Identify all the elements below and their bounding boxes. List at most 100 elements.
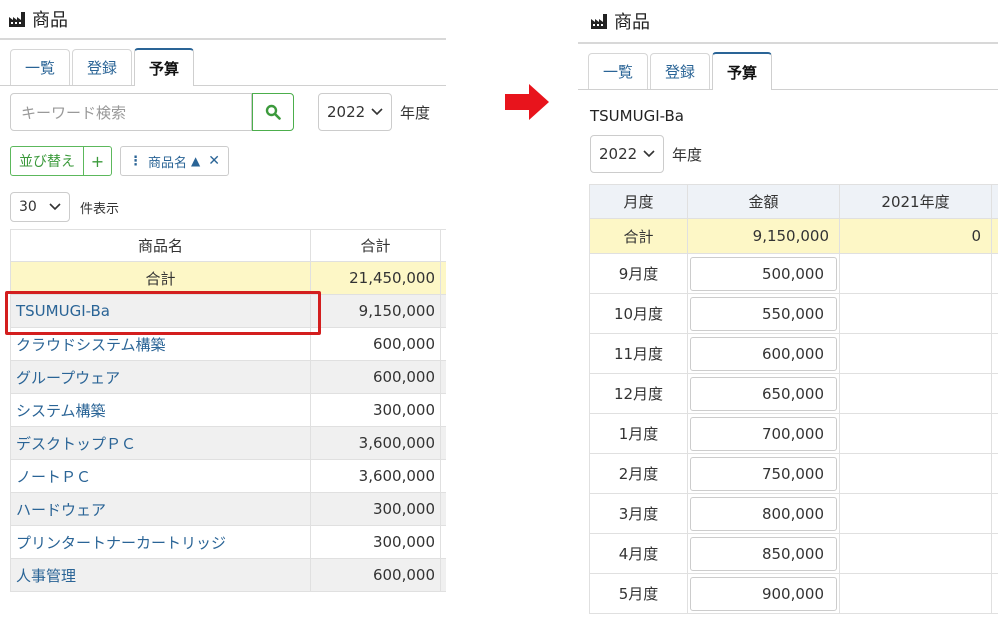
table-cell: 900,000 — [687, 573, 840, 614]
product-name-link[interactable]: グループウェア — [10, 360, 311, 394]
table-row[interactable]: ハードウェア 300,000 — [10, 492, 446, 526]
table-row[interactable]: クラウドシステム構築 600,000 — [10, 327, 446, 361]
table-cell — [991, 293, 998, 334]
month-label: 11月度 — [589, 333, 688, 374]
product-name-heading: TSUMUGI-Ba — [590, 107, 684, 125]
app-title: 商品 — [32, 10, 68, 31]
product-name-link[interactable]: プリンタートナーカートリッジ — [10, 525, 311, 559]
table-cell: 700,000 — [687, 413, 840, 454]
chevron-down-icon — [49, 203, 61, 211]
year-label: 年度 — [400, 103, 431, 122]
table-cell: 750,000 — [687, 453, 840, 494]
table-cell — [440, 327, 446, 361]
factory-icon — [590, 12, 610, 30]
month-label: 9月度 — [589, 253, 688, 294]
table-row[interactable]: ノートＰＣ 3,600,000 — [10, 459, 446, 493]
table-cell — [440, 426, 446, 460]
table-row: 5月度 900,000 — [589, 573, 998, 614]
table-cell — [440, 393, 446, 427]
table-cell — [991, 253, 998, 294]
budget-amount-input[interactable]: 750,000 — [690, 456, 837, 491]
table-row: 9月度 500,000 — [589, 253, 998, 294]
month-label: 2月度 — [589, 453, 688, 494]
month-label: 3月度 — [589, 493, 688, 534]
product-amount: 300,000 — [310, 492, 441, 526]
month-label: 1月度 — [589, 413, 688, 454]
table-cell — [440, 261, 446, 295]
product-name-link[interactable]: 人事管理 — [10, 558, 311, 592]
budget-amount-input[interactable]: 550,000 — [690, 296, 837, 331]
table-cell — [839, 573, 992, 614]
search-button[interactable] — [252, 93, 294, 131]
table-cell — [991, 218, 998, 254]
table-cell — [839, 413, 992, 454]
tab-budget[interactable]: 予算 — [134, 48, 195, 86]
product-name-link[interactable]: ハードウェア — [10, 492, 311, 526]
product-name-link[interactable]: システム構築 — [10, 393, 311, 427]
table-cell — [991, 533, 998, 574]
product-amount: 300,000 — [310, 393, 441, 427]
search-input[interactable]: キーワード検索 — [10, 93, 252, 131]
chevron-down-icon — [371, 108, 383, 116]
table-header-row: 月度 金額 2021年度 — [589, 184, 998, 219]
product-table: 商品名 合計 合計 21,450,000 TSUMUGI-Ba 9,150,00… — [10, 229, 446, 592]
tab-bar: 一覧 登録 予算 — [578, 44, 998, 90]
per-page-select[interactable]: 30 — [10, 192, 70, 222]
column-header-name[interactable]: 商品名 — [10, 229, 311, 262]
year-select[interactable]: 2022 — [318, 93, 392, 131]
tab-register[interactable]: 登録 — [650, 53, 711, 89]
sort-ascending-icon[interactable]: ▲ — [191, 154, 200, 168]
column-header-total[interactable]: 合計 — [310, 229, 441, 262]
budget-amount-input[interactable]: 900,000 — [690, 576, 837, 611]
table-row[interactable]: 人事管理 600,000 — [10, 558, 446, 592]
table-cell — [839, 253, 992, 294]
product-amount: 600,000 — [310, 360, 441, 394]
year-row: 2022 年度 — [590, 135, 702, 173]
table-cell — [991, 373, 998, 414]
tab-list[interactable]: 一覧 — [10, 49, 71, 85]
product-amount: 3,600,000 — [310, 459, 441, 493]
table-cell — [991, 453, 998, 494]
month-label: 10月度 — [589, 293, 688, 334]
drag-handle-icon[interactable]: ⋮ — [129, 154, 142, 169]
table-row[interactable]: グループウェア 600,000 — [10, 360, 446, 394]
total-amount: 21,450,000 — [310, 261, 441, 295]
table-cell — [991, 333, 998, 374]
tab-register[interactable]: 登録 — [72, 49, 133, 85]
budget-amount-input[interactable]: 800,000 — [690, 496, 837, 531]
table-row[interactable]: プリンタートナーカートリッジ 300,000 — [10, 525, 446, 559]
budget-amount-input[interactable]: 850,000 — [690, 536, 837, 571]
product-list-panel: 商品 一覧 登録 予算 キーワード検索 2022 年度 並び替え + ⋮ 商品名… — [0, 0, 446, 620]
product-name-link[interactable]: TSUMUGI-Ba — [10, 294, 311, 328]
budget-amount-input[interactable]: 500,000 — [690, 256, 837, 291]
column-header-amount: 金額 — [687, 184, 840, 219]
table-row[interactable]: システム構築 300,000 — [10, 393, 446, 427]
table-row: 11月度 600,000 — [589, 333, 998, 374]
sort-chip-label: 商品名 — [148, 155, 188, 171]
table-cell — [839, 373, 992, 414]
table-cell — [440, 360, 446, 394]
table-cell: 650,000 — [687, 373, 840, 414]
close-icon[interactable]: ✕ — [208, 153, 220, 169]
column-header-prev-year: 2021年度 — [839, 184, 992, 219]
product-name-link[interactable]: デスクトップＰＣ — [10, 426, 311, 460]
search-row: キーワード検索 2022 年度 — [10, 93, 430, 131]
product-name-link[interactable]: クラウドシステム構築 — [10, 327, 311, 361]
total-amount: 9,150,000 — [687, 218, 840, 254]
budget-amount-input[interactable]: 650,000 — [690, 376, 837, 411]
sort-button[interactable]: 並び替え — [10, 146, 84, 176]
budget-table: 月度 金額 2021年度 合計 9,150,000 0 9月度 500,000 … — [589, 184, 998, 614]
year-select[interactable]: 2022 — [590, 135, 664, 173]
sort-chip[interactable]: ⋮ 商品名 ▲ ✕ — [120, 146, 229, 176]
table-row[interactable]: デスクトップＰＣ 3,600,000 — [10, 426, 446, 460]
tab-budget[interactable]: 予算 — [712, 52, 773, 90]
table-cell: 850,000 — [687, 533, 840, 574]
product-name-link[interactable]: ノートＰＣ — [10, 459, 311, 493]
sort-add-button[interactable]: + — [84, 146, 112, 176]
tab-list[interactable]: 一覧 — [588, 53, 649, 89]
table-row[interactable]: TSUMUGI-Ba 9,150,000 — [10, 294, 446, 328]
budget-amount-input[interactable]: 700,000 — [690, 416, 837, 451]
budget-amount-input[interactable]: 600,000 — [690, 336, 837, 371]
year-label: 年度 — [672, 145, 703, 164]
table-cell — [991, 413, 998, 454]
